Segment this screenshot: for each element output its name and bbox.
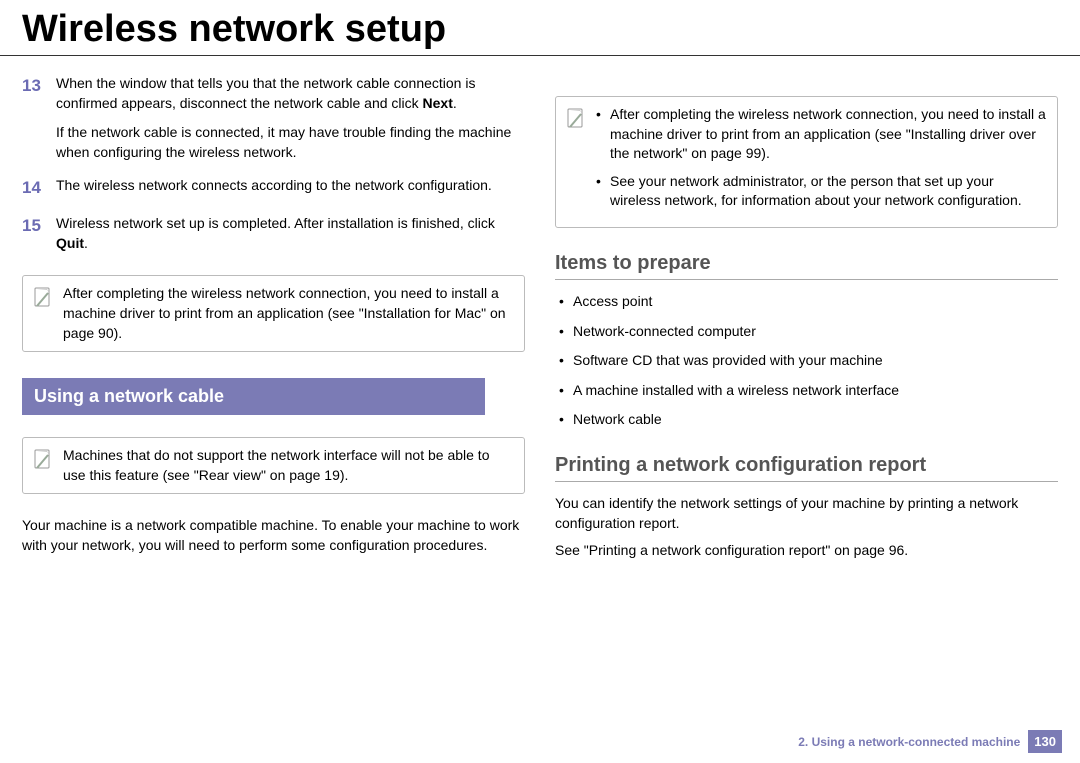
step-body: Wireless network set up is completed. Af… xyxy=(56,214,525,253)
subheading-config-report: Printing a network configuration report xyxy=(555,454,1058,482)
list-item: Network-connected computer xyxy=(555,322,1058,342)
right-column: After completing the wireless network co… xyxy=(555,74,1058,569)
list-item: A machine installed with a wireless netw… xyxy=(555,381,1058,401)
left-column: 13 When the window that tells you that t… xyxy=(22,74,525,569)
step-15: 15 Wireless network set up is completed.… xyxy=(22,214,525,253)
body-paragraph: Your machine is a network compatible mac… xyxy=(22,516,525,555)
step-number: 14 xyxy=(22,176,46,200)
subheading-items-to-prepare: Items to prepare xyxy=(555,252,1058,280)
page-footer: 2. Using a network-connected machine 130 xyxy=(798,730,1062,753)
step-number: 15 xyxy=(22,214,46,253)
list-item: Access point xyxy=(555,292,1058,312)
body-paragraph: You can identify the network settings of… xyxy=(555,494,1058,533)
note-icon xyxy=(566,107,586,131)
step-13: 13 When the window that tells you that t… xyxy=(22,74,525,162)
content-columns: 13 When the window that tells you that t… xyxy=(0,74,1080,569)
note-icon xyxy=(33,286,53,310)
note-icon xyxy=(33,448,53,472)
page-title: Wireless network setup xyxy=(0,0,1080,56)
step-body: The wireless network connects according … xyxy=(56,176,525,200)
step-text: When the window that tells you that the … xyxy=(56,74,525,113)
footer-page-number: 130 xyxy=(1028,730,1062,753)
body-paragraph: See "Printing a network configuration re… xyxy=(555,541,1058,561)
note-box: After completing the wireless network co… xyxy=(555,96,1058,228)
list-item: Software CD that was provided with your … xyxy=(555,351,1058,371)
note-list-item: See your network administrator, or the p… xyxy=(596,172,1047,211)
step-text: The wireless network connects according … xyxy=(56,176,525,196)
step-14: 14 The wireless network connects accordi… xyxy=(22,176,525,200)
prepare-list: Access point Network-connected computer … xyxy=(555,292,1058,430)
list-item: Network cable xyxy=(555,410,1058,430)
note-text: After completing the wireless network co… xyxy=(596,105,1047,219)
step-body: When the window that tells you that the … xyxy=(56,74,525,162)
note-box: Machines that do not support the network… xyxy=(22,437,525,494)
footer-chapter: 2. Using a network-connected machine xyxy=(798,735,1020,749)
step-text: Wireless network set up is completed. Af… xyxy=(56,214,525,253)
note-text: After completing the wireless network co… xyxy=(63,284,514,343)
note-list-item: After completing the wireless network co… xyxy=(596,105,1047,164)
step-number: 13 xyxy=(22,74,46,162)
section-heading-bar: Using a network cable xyxy=(22,378,485,415)
note-text: Machines that do not support the network… xyxy=(63,446,514,485)
step-text: If the network cable is connected, it ma… xyxy=(56,123,525,162)
note-box: After completing the wireless network co… xyxy=(22,275,525,352)
